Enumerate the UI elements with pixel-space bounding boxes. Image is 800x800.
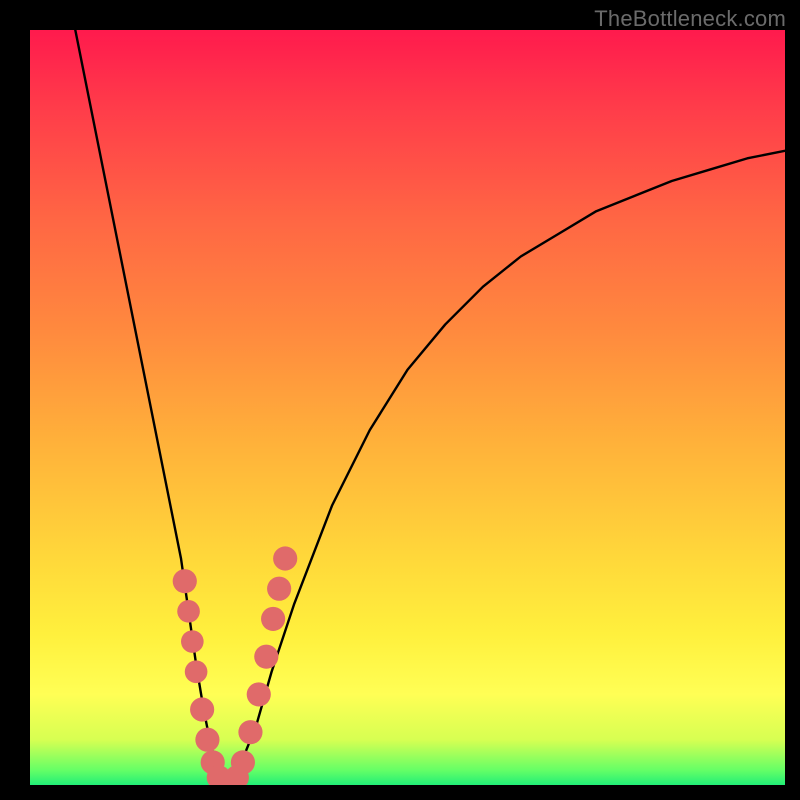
outer-frame: TheBottleneck.com	[0, 0, 800, 800]
data-marker	[181, 630, 204, 653]
data-marker	[254, 645, 278, 669]
chart-svg	[30, 30, 785, 785]
data-marker	[190, 697, 214, 721]
data-marker	[231, 750, 255, 774]
data-marker	[261, 607, 285, 631]
data-marker	[195, 728, 219, 752]
data-marker	[173, 569, 197, 593]
data-marker	[247, 682, 271, 706]
plot-area	[30, 30, 785, 785]
watermark-text: TheBottleneck.com	[594, 6, 786, 32]
marker-group	[173, 546, 298, 785]
data-marker	[273, 546, 297, 570]
data-marker	[185, 660, 208, 683]
data-marker	[177, 600, 200, 623]
curve-right-branch	[234, 151, 785, 785]
curve-group	[75, 30, 785, 785]
data-marker	[267, 577, 291, 601]
data-marker	[238, 720, 262, 744]
